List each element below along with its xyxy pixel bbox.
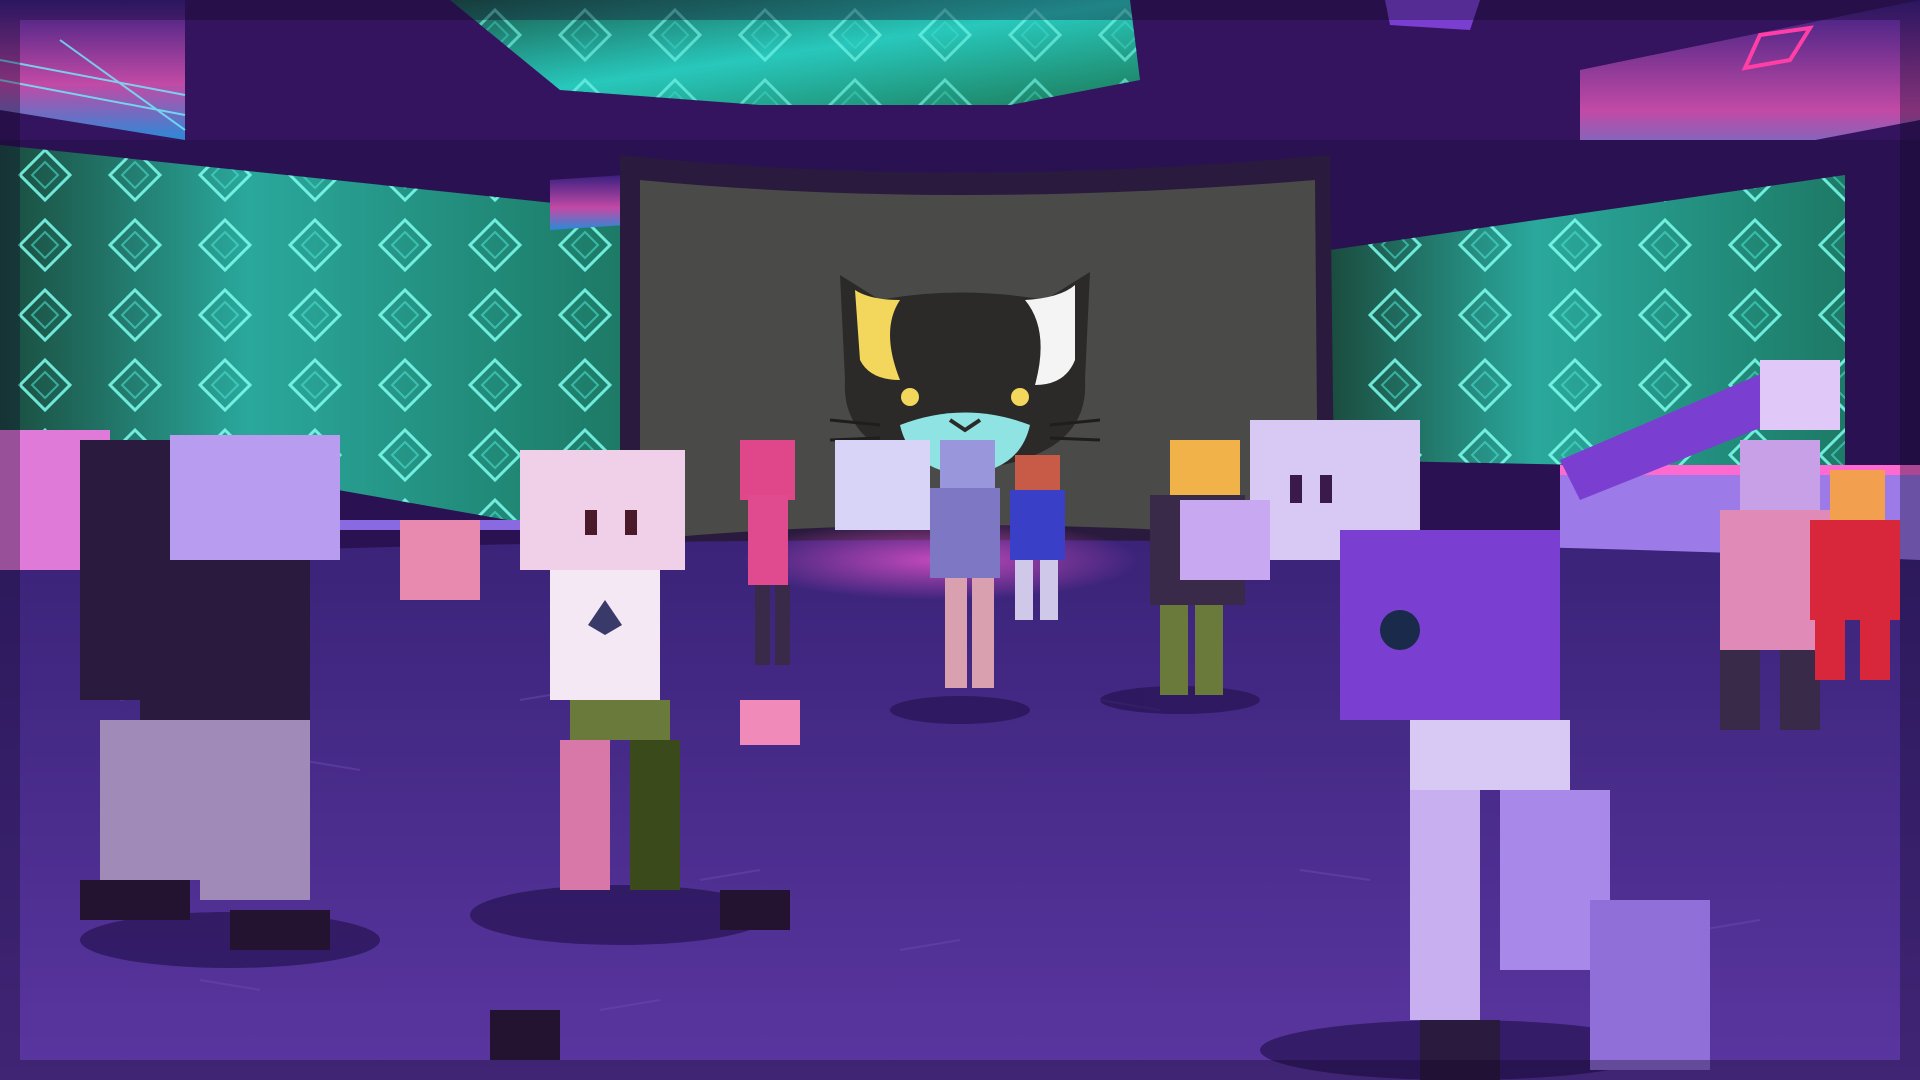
neon-panel-mid-left <box>550 175 625 230</box>
solana-icon <box>1380 610 1420 650</box>
game-scene[interactable] <box>0 0 1920 1080</box>
avatar-center-back <box>835 440 930 530</box>
